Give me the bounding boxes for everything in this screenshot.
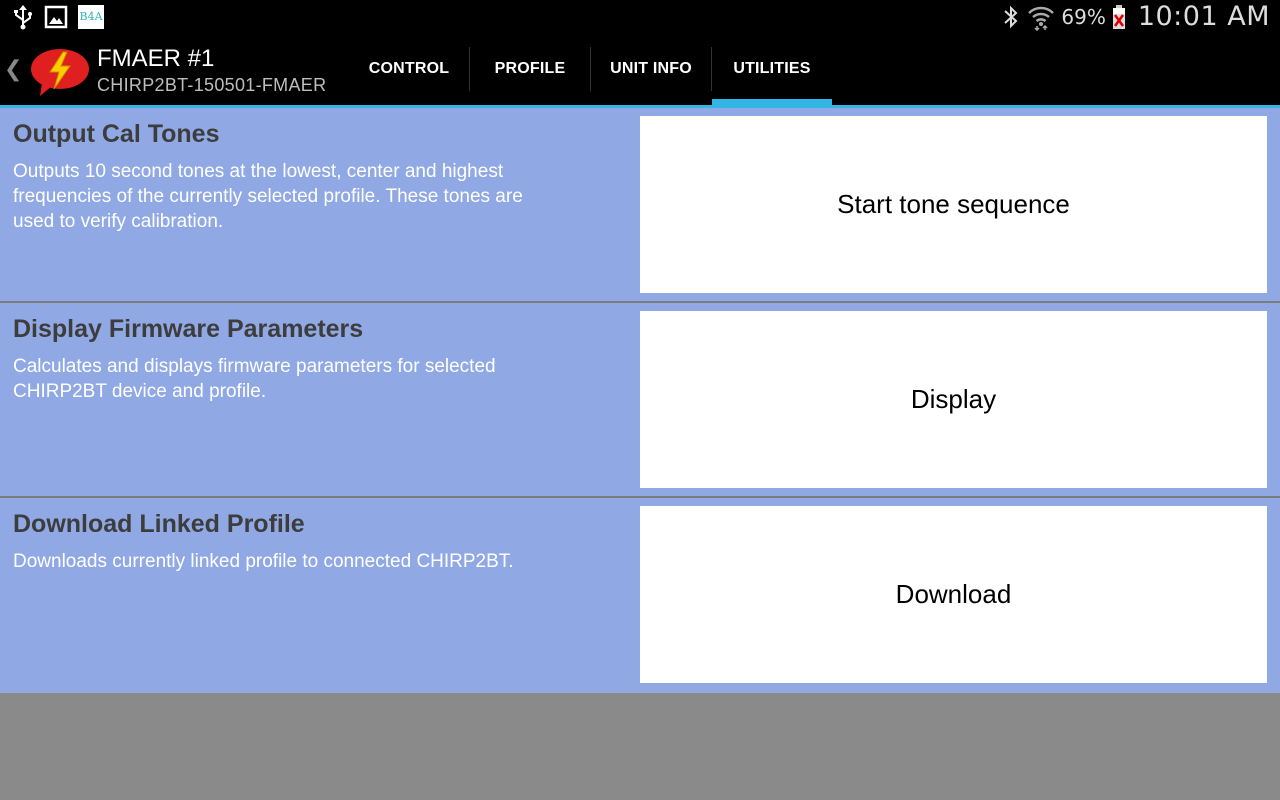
action-bar: ❮ FMAER #1 CHIRP2BT-150501-FMAER CONTROL… bbox=[0, 33, 1280, 105]
tab-profile[interactable]: PROFILE bbox=[470, 33, 590, 105]
tab-utilities[interactable]: UTILITIES bbox=[712, 33, 832, 105]
tab-unit-info[interactable]: UNIT INFO bbox=[591, 33, 711, 105]
tab-control[interactable]: CONTROL bbox=[349, 33, 469, 105]
app-logo-lightning-bubble-icon[interactable] bbox=[30, 47, 90, 97]
status-bar: B4A 69% 10:01 AM bbox=[0, 0, 1280, 33]
section-title: Display Firmware Parameters bbox=[13, 315, 364, 343]
title-block: FMAER #1 CHIRP2BT-150501-FMAER bbox=[97, 44, 326, 96]
bluetooth-icon bbox=[1001, 4, 1021, 30]
section-title: Output Cal Tones bbox=[13, 120, 220, 148]
section-download-linked-profile: Download Linked Profile Downloads curren… bbox=[0, 498, 1280, 693]
b4a-app-icon: B4A bbox=[78, 5, 104, 29]
app-subtitle: CHIRP2BT-150501-FMAER bbox=[97, 75, 327, 95]
wifi-icon bbox=[1027, 3, 1055, 31]
gallery-icon bbox=[44, 5, 68, 29]
battery-icon bbox=[1112, 4, 1126, 29]
section-title: Download Linked Profile bbox=[13, 510, 305, 538]
utilities-panel: Output Cal Tones Outputs 10 second tones… bbox=[0, 108, 1280, 693]
display-button[interactable]: Display bbox=[640, 311, 1267, 488]
tab-bar: CONTROL PROFILE UNIT INFO UTILITIES bbox=[348, 33, 832, 105]
section-description: Downloads currently linked profile to co… bbox=[13, 551, 514, 572]
start-tone-sequence-button[interactable]: Start tone sequence bbox=[640, 116, 1267, 293]
section-output-cal-tones: Output Cal Tones Outputs 10 second tones… bbox=[0, 108, 1280, 303]
app-title: FMAER #1 bbox=[97, 45, 215, 72]
section-display-firmware-parameters: Display Firmware Parameters Calculates a… bbox=[0, 303, 1280, 498]
section-description: Calculates and displays firmware paramet… bbox=[13, 356, 496, 402]
up-navigation-chevron-icon[interactable]: ❮ bbox=[4, 56, 22, 82]
clock: 10:01 AM bbox=[1137, 1, 1270, 32]
usb-icon bbox=[12, 4, 34, 30]
battery-percent: 69% bbox=[1061, 4, 1106, 29]
download-button[interactable]: Download bbox=[640, 506, 1267, 683]
section-description: Outputs 10 second tones at the lowest, c… bbox=[13, 161, 523, 232]
